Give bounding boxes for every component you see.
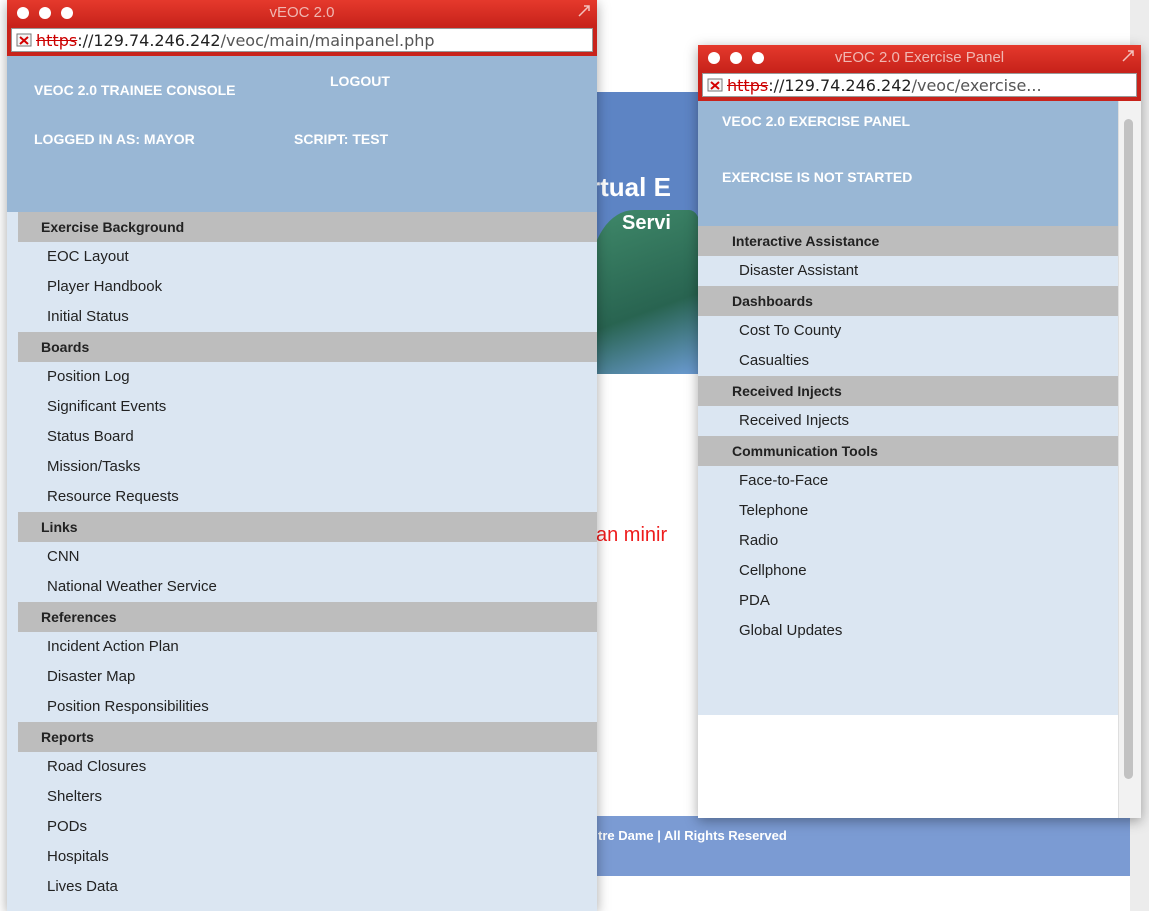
exercise-menu: Interactive Assistance Disaster Assistant… [698,226,1118,646]
menu-item-face-to-face[interactable]: Face-to-Face [698,466,1118,496]
url-field[interactable]: https ://129.74.246.242/veoc/exercise... [702,73,1137,97]
background-title-line2: Servi [622,212,671,234]
exercise-content-pane: VEOC 2.0 EXERCISE PANEL EXERCISE IS NOT … [698,101,1118,715]
menu-item-mission-tasks[interactable]: Mission/Tasks [18,452,597,482]
menu-item-casualties[interactable]: Casualties [698,346,1118,376]
insecure-lock-icon [16,33,32,47]
section-heading-exercise-background: Exercise Background [18,212,597,242]
menu-item-lives-data[interactable]: Lives Data [18,872,597,902]
menu-item-radio[interactable]: Radio [698,526,1118,556]
menu-item-received-injects[interactable]: Received Injects [698,406,1118,436]
background-footer: tre Dame | All Rights Reserved [560,816,1149,876]
menu-item-position-responsibilities[interactable]: Position Responsibilities [18,692,597,722]
console-header: VEOC 2.0 TRAINEE CONSOLE LOGOUT LOGGED I… [7,56,597,212]
logout-link[interactable]: LOGOUT [330,73,390,89]
exercise-status: EXERCISE IS NOT STARTED [722,169,913,185]
menu-item-status-board[interactable]: Status Board [18,422,597,452]
menu-item-pods[interactable]: PODs [18,812,597,842]
resize-icon[interactable] [577,4,591,18]
section-heading-boards: Boards [18,332,597,362]
section-heading-reports: Reports [18,722,597,752]
scrollbar-thumb[interactable] [1124,119,1133,779]
script-name: SCRIPT: TEST [294,131,389,147]
url-host: ://129.74.246.242 [768,75,912,95]
menu-item-hospitals[interactable]: Hospitals [18,842,597,872]
logged-in-user: LOGGED IN AS: MAYOR [34,131,195,147]
menu-item-position-log[interactable]: Position Log [18,362,597,392]
menu-item-disaster-map[interactable]: Disaster Map [18,662,597,692]
menu-item-incident-action-plan[interactable]: Incident Action Plan [18,632,597,662]
trainee-menu: Exercise Background EOC Layout Player Hand… [18,212,597,902]
menu-item-telephone[interactable]: Telephone [698,496,1118,526]
background-red-text: an minir [596,524,668,546]
background-title-line1: rtual E [590,172,671,202]
section-heading-interactive-assistance: Interactive Assistance [698,226,1118,256]
menu-item-player-handbook[interactable]: Player Handbook [18,272,597,302]
menu-item-shelters[interactable]: Shelters [18,782,597,812]
section-heading-links: Links [18,512,597,542]
menu-item-global-updates[interactable]: Global Updates [698,616,1118,646]
url-path: /veoc/main/mainpanel.php [220,30,435,50]
menu-item-initial-status[interactable]: Initial Status [18,302,597,332]
url-field[interactable]: https ://129.74.246.242/veoc/main/mainpa… [11,28,593,52]
trainee-console-window: vEOC 2.0 https ://129.74.246.242/veoc/ma… [7,0,597,911]
exercise-header: VEOC 2.0 EXERCISE PANEL EXERCISE IS NOT … [698,101,1118,226]
address-bar: https ://129.74.246.242/veoc/exercise... [698,71,1141,101]
url-protocol: https [727,75,769,95]
url-path: /veoc/exercise... [911,75,1042,95]
exercise-panel-window: vEOC 2.0 Exercise Panel https ://129.74.… [698,45,1141,818]
console-title: VEOC 2.0 TRAINEE CONSOLE [34,82,236,98]
menu-item-cost-to-county[interactable]: Cost To County [698,316,1118,346]
title-bar[interactable]: vEOC 2.0 [7,0,597,26]
address-bar: https ://129.74.246.242/veoc/main/mainpa… [7,26,597,56]
menu-item-significant-events[interactable]: Significant Events [18,392,597,422]
menu-item-road-closures[interactable]: Road Closures [18,752,597,782]
url-protocol: https [36,30,78,50]
menu-item-cellphone[interactable]: Cellphone [698,556,1118,586]
menu-item-national-weather-service[interactable]: National Weather Service [18,572,597,602]
section-heading-references: References [18,602,597,632]
window-title: vEOC 2.0 Exercise Panel [834,49,1005,66]
title-bar[interactable]: vEOC 2.0 Exercise Panel [698,45,1141,71]
insecure-lock-icon [707,78,723,92]
resize-icon[interactable] [1121,49,1135,63]
exercise-panel-title: VEOC 2.0 EXERCISE PANEL [722,113,911,129]
menu-item-disaster-assistant[interactable]: Disaster Assistant [698,256,1118,286]
section-heading-communication-tools: Communication Tools [698,436,1118,466]
footer-text: tre Dame | All Rights Reserved [598,828,787,843]
menu-item-resource-requests[interactable]: Resource Requests [18,482,597,512]
window-title: vEOC 2.0 [269,4,335,21]
url-host: ://129.74.246.242 [77,30,221,50]
section-heading-dashboards: Dashboards [698,286,1118,316]
section-heading-received-injects: Received Injects [698,376,1118,406]
menu-item-pda[interactable]: PDA [698,586,1118,616]
menu-item-eoc-layout[interactable]: EOC Layout [18,242,597,272]
menu-item-cnn[interactable]: CNN [18,542,597,572]
